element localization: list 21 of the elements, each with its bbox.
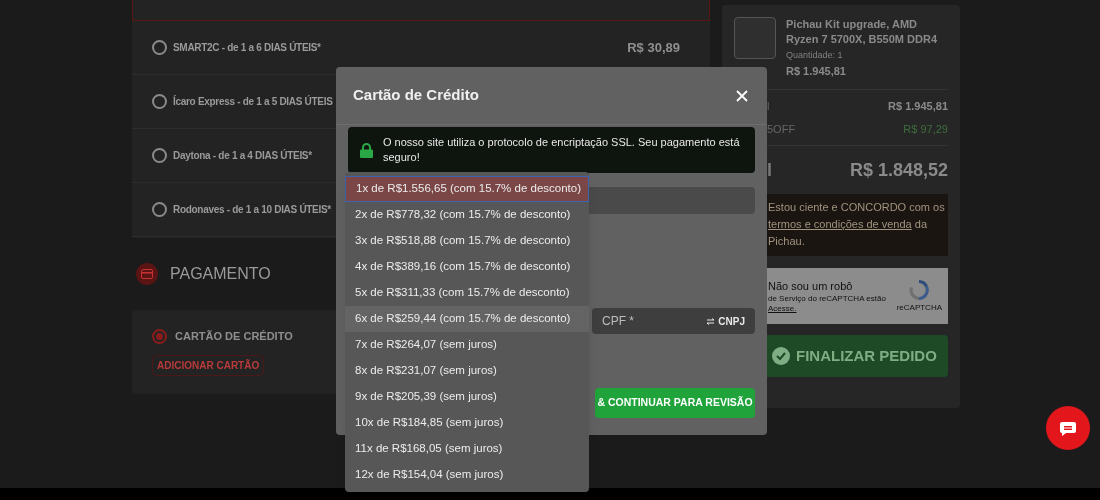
product-name: Pichau Kit upgrade, AMD Ryzen 7 5700X, B550M DDR4	[786, 17, 938, 47]
shipping-label: Ícaro Express - de 1 a 5 DIAS ÚTEIS	[173, 94, 333, 109]
captcha-brand: reCAPTCHA	[896, 302, 942, 314]
terms-text: Estou ciente e CONCORDO com os termos e condições de venda da Pichau.	[768, 200, 946, 249]
captcha-note: de Serviço do reCAPTCHA estão	[768, 294, 887, 305]
shipping-price: R$ 30,89	[627, 38, 680, 57]
shipping-label: SMART2C - de 1 a 6 DIAS ÚTEIS*	[173, 40, 321, 55]
summary-value: R$ 97,29	[903, 121, 948, 137]
summary-label: 5OFF	[767, 121, 796, 137]
total-label: l	[767, 158, 772, 182]
product-quantity: Quantidade: 1	[786, 49, 844, 62]
modal-title: Cartão de Crédito	[353, 85, 479, 106]
payment-method-label: CARTÃO DE CRÉDITO	[175, 329, 293, 344]
shipping-label: Daytona - de 1 a 4 DIAS ÚTEIS*	[173, 148, 312, 163]
summary-value: R$ 1.945,81	[888, 99, 948, 114]
shipping-label: Rodonaves - de 1 a 10 DIAS ÚTEIS*	[173, 202, 331, 217]
section-title: PAGAMENTO	[170, 264, 271, 284]
captcha-label: Não sou um robô	[768, 278, 854, 294]
total-value: R$ 1.848,52	[849, 158, 948, 182]
product-price: R$ 1.945,81	[786, 63, 847, 79]
ssl-notice-text: O nosso site utiliza o protocolo de encriptação SSL. Seu pagamento está seguro!	[383, 135, 741, 165]
